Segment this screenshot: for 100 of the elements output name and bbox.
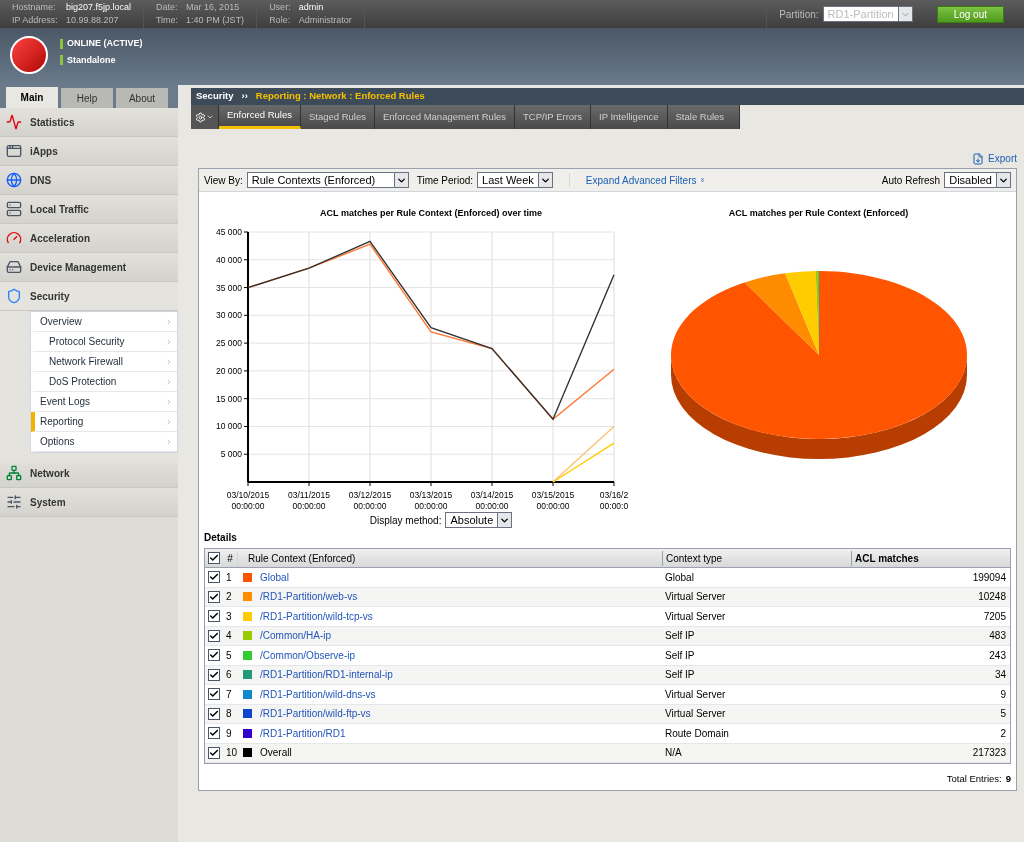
content-tab[interactable]: IP Intelligence	[591, 105, 668, 129]
content-tab[interactable]: Staged Rules	[300, 105, 375, 129]
checkbox[interactable]	[208, 707, 220, 720]
nav-tab[interactable]: Help	[61, 88, 113, 108]
submenu-item[interactable]: Protocol Security	[31, 332, 177, 352]
globe-icon	[6, 172, 22, 188]
submenu-item[interactable]: Overview	[31, 312, 177, 332]
chevron-icon	[165, 377, 173, 386]
hostname-label: Hostname:	[12, 0, 57, 14]
y-tick-label: 20 000	[216, 365, 242, 376]
checkbox[interactable]	[208, 590, 220, 603]
sidebar-item[interactable]: Acceleration	[0, 224, 178, 253]
checkbox[interactable]	[208, 629, 220, 642]
x-tick-label: 03/11/2015 00:00:00	[288, 490, 330, 511]
checkbox[interactable]	[208, 649, 220, 662]
submenu-item[interactable]: Event Logs	[31, 392, 177, 412]
y-tick-label: 15 000	[216, 393, 242, 404]
ip-label: IP Address:	[12, 14, 58, 27]
checkbox[interactable]	[208, 688, 220, 701]
y-tick-label: 35 000	[216, 282, 242, 293]
rule-context-link[interactable]: /RD1-Partition/RD1-internal-ip	[260, 669, 393, 681]
user-label: User:	[269, 0, 291, 14]
settings-menu-button[interactable]	[191, 105, 219, 129]
row-number: 9	[225, 726, 233, 741]
content-tab[interactable]: Stale Rules	[667, 105, 740, 129]
rule-context-link[interactable]: /RD1-Partition/wild-ftp-vs	[260, 708, 371, 720]
rule-context-link[interactable]: /Common/HA-ip	[260, 630, 332, 642]
view-by-select[interactable]: Rule Contexts (Enforced)	[246, 172, 409, 188]
acl-matches-cell-text: 34	[993, 668, 1007, 683]
chevron-icon	[165, 337, 173, 346]
row-number: 1	[225, 570, 233, 585]
content-tab[interactable]: Enforced Rules	[219, 105, 301, 129]
chevron-icon	[165, 397, 173, 406]
view-by-label: View By:	[204, 173, 243, 188]
y-tick-label: 5 000	[220, 449, 242, 460]
breadcrumb-separator: ››	[241, 89, 248, 104]
rule-context-name: Overall	[260, 747, 292, 759]
acl-matches-cell-text: 10248	[977, 590, 1007, 605]
column-header[interactable]: Rule Context (Enforced)	[237, 550, 662, 566]
checkbox[interactable]	[208, 727, 220, 740]
auto-refresh-select[interactable]: Disabled	[944, 172, 1011, 188]
context-type-cell-text: Self IP	[664, 648, 696, 663]
total-entries-count: 9	[1005, 772, 1011, 786]
breadcrumb-section: Security	[196, 89, 234, 104]
checkbox[interactable]	[208, 668, 220, 681]
acl-matches-cell-text: 217323	[971, 746, 1007, 761]
sidebar-item[interactable]: DNS	[0, 166, 178, 195]
y-tick-label: 25 000	[216, 338, 242, 349]
server-icon	[6, 201, 22, 217]
checkbox[interactable]	[208, 746, 220, 759]
chevron-icon	[165, 357, 173, 366]
expand-filters-link[interactable]: Expand Advanced Filters »	[585, 172, 705, 188]
acl-matches-cell-text: 7205	[982, 609, 1007, 624]
x-tick-label: 03/14/2015 00:00:00	[470, 490, 514, 511]
submenu-item[interactable]: Network Firewall	[31, 352, 177, 372]
chevron-icon	[165, 317, 173, 326]
sidebar-item[interactable]: Statistics	[0, 108, 178, 137]
sidebar-item[interactable]: Security	[0, 282, 178, 311]
submenu-item[interactable]: DoS Protection	[31, 372, 177, 392]
content-tab[interactable]: TCP/IP Errors	[515, 105, 591, 129]
role-label: Role:	[269, 14, 291, 27]
context-type-cell-text: Virtual Server	[664, 609, 727, 624]
acl-matches-cell-text: 2	[999, 726, 1007, 741]
details-title: Details	[204, 531, 238, 545]
rule-context-link[interactable]: /RD1-Partition/wild-dns-vs	[260, 688, 376, 700]
column-header[interactable]: ACL matches	[851, 550, 1010, 566]
partition-label: Partition:	[779, 7, 819, 22]
nav-tab[interactable]: About	[116, 88, 168, 108]
acl-matches-cell-text: 243	[988, 648, 1007, 663]
display-method-select[interactable]: Absolute	[445, 512, 513, 528]
submenu-item[interactable]: Options	[31, 432, 177, 452]
sidebar-item[interactable]: System	[0, 488, 178, 517]
sidebar-item[interactable]: Device Management	[0, 253, 178, 282]
checkbox[interactable]	[208, 552, 220, 564]
rule-context-link[interactable]: /RD1-Partition/RD1	[260, 727, 346, 739]
chart-icon	[6, 114, 22, 130]
acl-matches-cell-text: 483	[988, 629, 1007, 644]
chart-title: ACL matches per Rule Context (Enforced) over time	[320, 208, 542, 218]
checkbox[interactable]	[208, 571, 220, 584]
sidebar-item[interactable]: Local Traffic	[0, 195, 178, 224]
acl-matches-cell-text: 5	[999, 707, 1007, 722]
gauge-icon	[6, 230, 22, 246]
time-period-select[interactable]: Last Week	[477, 172, 553, 188]
submenu-item[interactable]: Reporting	[31, 412, 177, 432]
sidebar-item[interactable]: iApps	[0, 137, 178, 166]
nav-tab[interactable]: Main	[6, 87, 58, 108]
rule-context-link[interactable]: Global	[260, 571, 289, 583]
content-tab[interactable]: Enforced Management Rules	[375, 105, 516, 129]
rule-context-link[interactable]: /RD1-Partition/web-vs	[260, 591, 358, 603]
checkbox[interactable]	[208, 610, 220, 623]
export-link[interactable]: Export	[972, 151, 1017, 166]
rule-context-link[interactable]: /Common/Observe-ip	[260, 649, 356, 661]
x-tick-label: 03/16/2 00:00:0	[599, 490, 629, 511]
context-type-cell-text: Self IP	[664, 629, 696, 644]
rule-context-link[interactable]: /RD1-Partition/wild-tcp-vs	[260, 610, 373, 622]
y-tick-label: 10 000	[216, 421, 242, 432]
sidebar-item[interactable]: Network	[0, 459, 178, 488]
column-header[interactable]: Context type	[662, 550, 851, 566]
username: admin	[298, 0, 325, 14]
x-tick-label: 03/15/2015 00:00:00	[531, 490, 575, 511]
